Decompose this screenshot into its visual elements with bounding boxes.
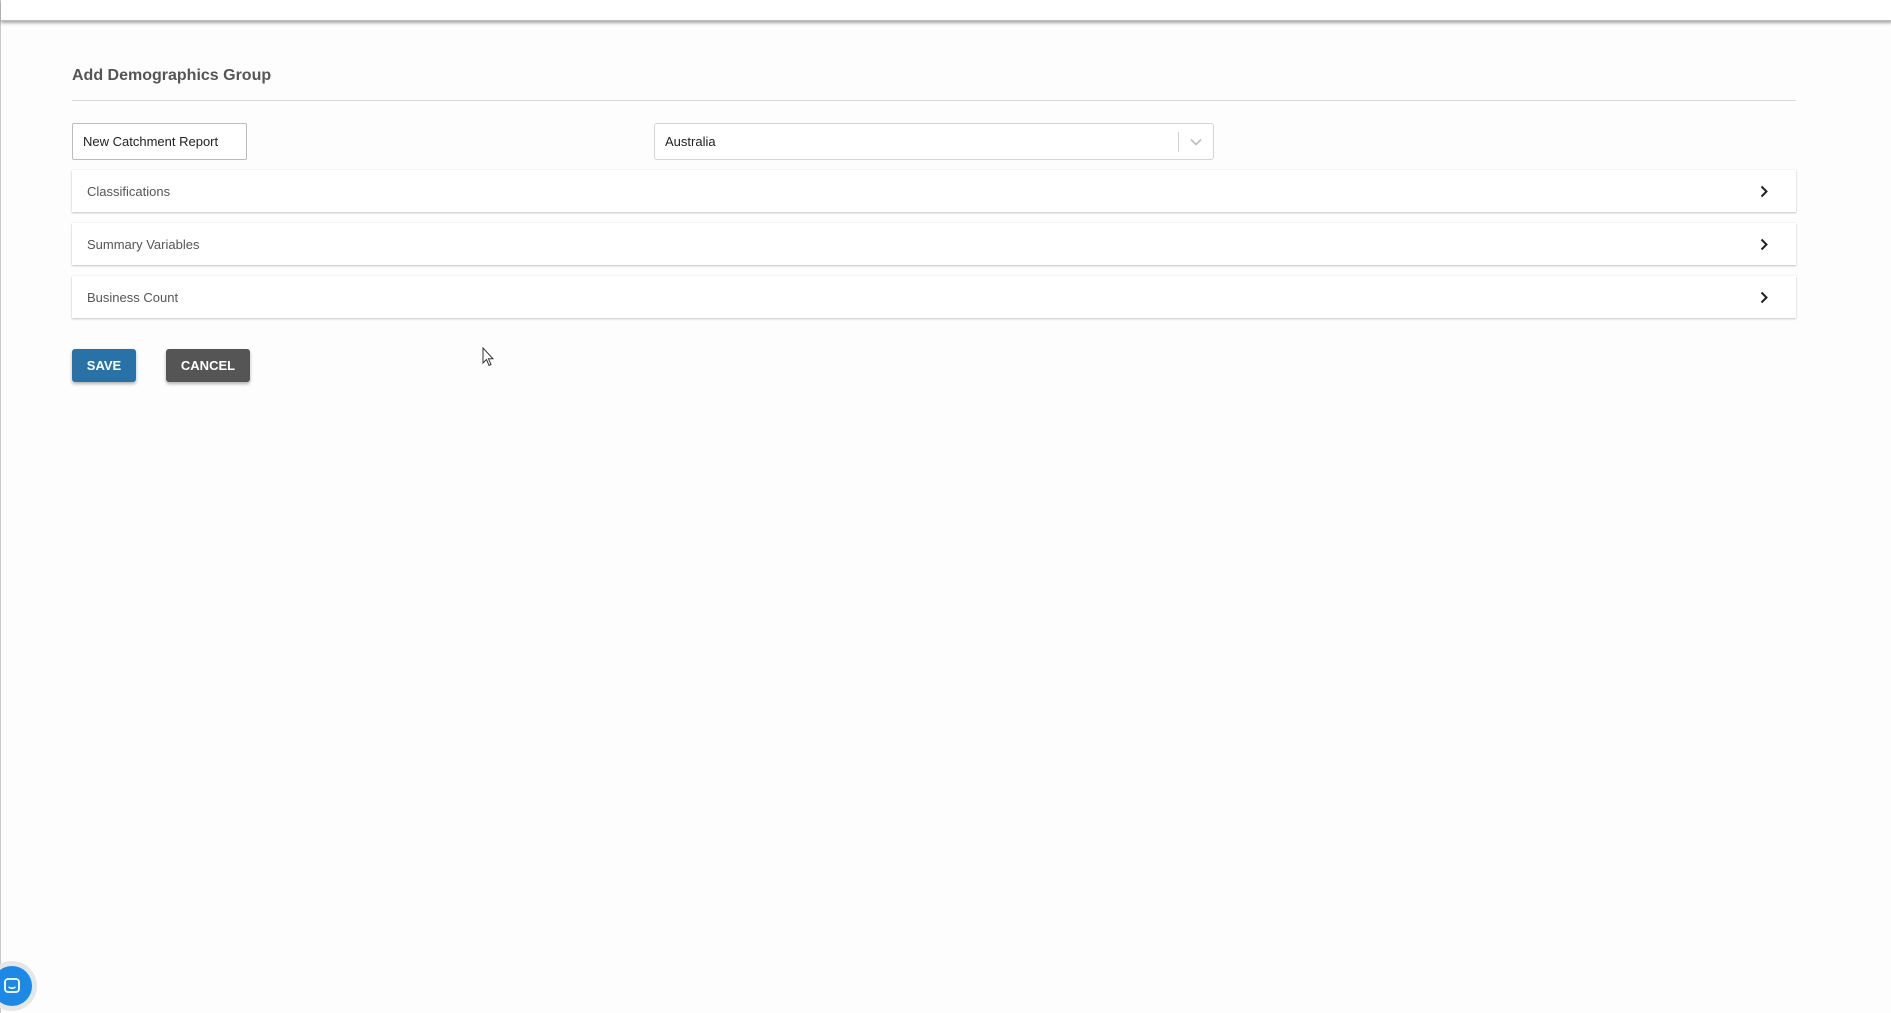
chat-bubble-icon xyxy=(0,966,32,1006)
title-divider xyxy=(72,100,1796,101)
chevron-down-icon[interactable] xyxy=(1179,123,1213,160)
country-select-value: Australia xyxy=(665,134,716,149)
accordion-item-label: Classifications xyxy=(87,183,171,199)
accordion: Classifications Summary Variables Busine… xyxy=(72,170,1796,318)
chevron-right-icon[interactable] xyxy=(1756,289,1772,305)
field-row: Australia xyxy=(72,123,1796,163)
cancel-button[interactable]: CANCEL xyxy=(166,348,250,382)
report-name-input[interactable] xyxy=(72,123,247,160)
save-button[interactable]: SAVE xyxy=(72,348,136,382)
chevron-right-icon[interactable] xyxy=(1756,236,1772,252)
chevron-right-icon[interactable] xyxy=(1756,183,1772,199)
accordion-item-summary-variables[interactable]: Summary Variables xyxy=(72,223,1796,265)
accordion-item-label: Summary Variables xyxy=(87,236,200,252)
form-container: Add Demographics Group Australia Classif… xyxy=(72,62,1796,382)
accordion-item-label: Business Count xyxy=(87,289,179,305)
page: Add Demographics Group Australia Classif… xyxy=(0,0,1891,1013)
country-select[interactable]: Australia xyxy=(654,123,1214,160)
top-bar xyxy=(1,0,1891,21)
page-title: Add Demographics Group xyxy=(72,67,272,84)
accordion-item-classifications[interactable]: Classifications xyxy=(72,170,1796,212)
chat-launcher-button[interactable] xyxy=(0,961,37,1011)
accordion-item-business-count[interactable]: Business Count xyxy=(72,276,1796,318)
form-actions: SAVE CANCEL xyxy=(72,348,1796,382)
